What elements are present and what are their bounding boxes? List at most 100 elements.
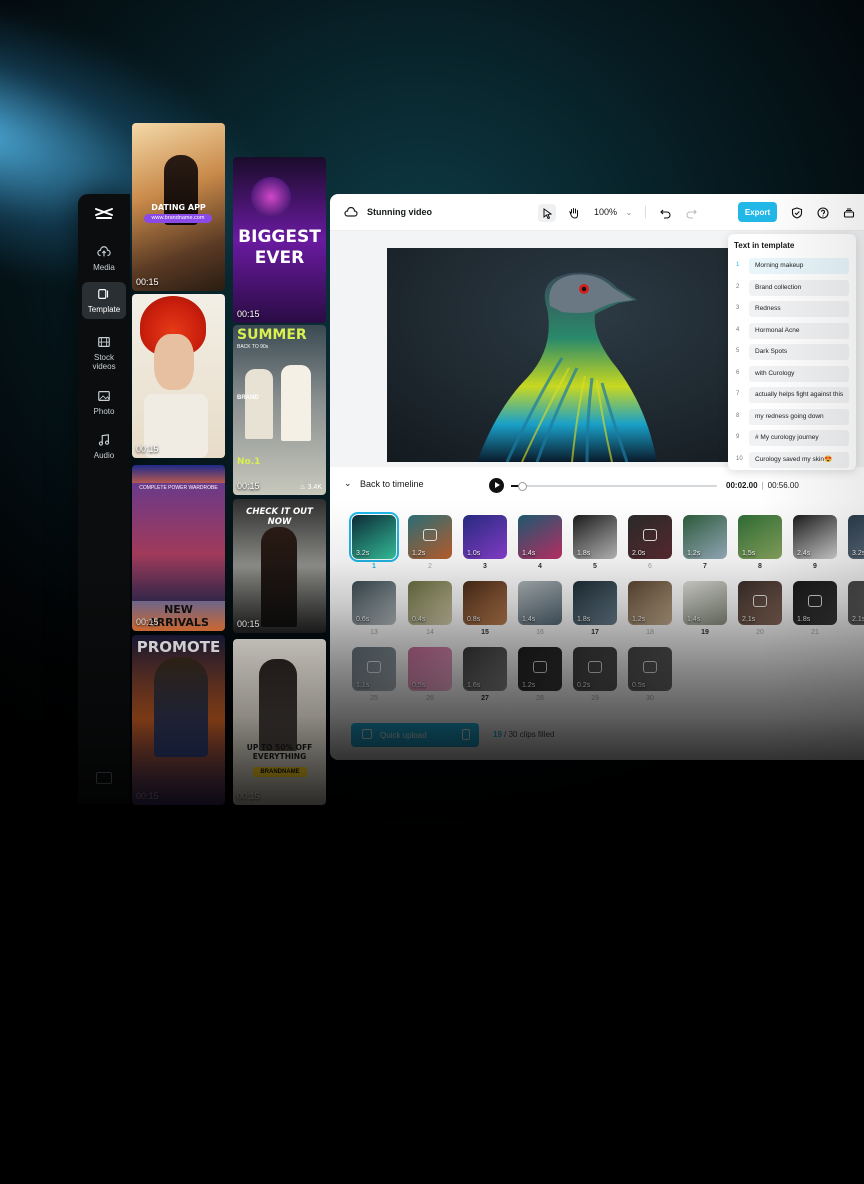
text-item[interactable]: 10 Curology saved my skin😍	[734, 451, 850, 468]
chevron-down-icon: ⌄	[625, 208, 633, 217]
timecode: 00:02.00 | 00:56.00	[726, 481, 799, 490]
cloud-sync-icon[interactable]	[344, 206, 358, 218]
text-item[interactable]: 9 # My curology journey	[734, 430, 850, 446]
clip-thumbnail[interactable]: 3.2s	[349, 512, 399, 562]
clip-duration: 2.1s	[852, 616, 864, 623]
clip-thumbnail[interactable]: 2.1s	[848, 581, 864, 625]
playback-scrubber[interactable]	[511, 482, 717, 491]
layers-button[interactable]	[840, 204, 858, 222]
clip-thumbnail[interactable]: 2.0s	[628, 515, 672, 559]
text-item-number: 2	[736, 283, 740, 290]
template-card[interactable]: 00:15	[132, 294, 225, 458]
clip-thumbnail[interactable]: 2.1s	[738, 581, 782, 625]
text-item-number: 1	[736, 262, 740, 268]
left-sidebar: Media Template Stock videos Photo Audio	[78, 194, 130, 804]
clip-thumbnail[interactable]: 1.0s	[463, 515, 507, 559]
text-item-field[interactable]: actually helps fight against this	[749, 387, 849, 403]
text-item[interactable]: 3 Redness	[734, 301, 850, 317]
export-button[interactable]: Export	[738, 202, 777, 222]
template-card[interactable]: DATING APP www.brandname.com 00:15	[132, 123, 225, 291]
play-button[interactable]	[489, 478, 504, 493]
zoom-level[interactable]: 100% ⌄	[594, 207, 632, 217]
clip-thumbnail[interactable]: 1.2s	[628, 581, 672, 625]
scrubber-handle[interactable]	[518, 482, 528, 491]
template-duration: 00:15	[136, 791, 159, 801]
text-item[interactable]: 6 with Curology	[734, 365, 850, 382]
clip-thumbnail[interactable]: 0.8s	[463, 581, 507, 625]
clip-duration: 1.4s	[522, 550, 536, 557]
fire-icon: ♨	[299, 484, 306, 491]
template-card[interactable]: UP TO 50% OFF EVERYTHING BRANDNAME 00:15	[233, 639, 326, 805]
text-item[interactable]: 5 Dark Spots	[734, 344, 850, 360]
clip-duration: 2.4s	[797, 550, 811, 557]
video-preview[interactable]	[387, 248, 732, 462]
help-button[interactable]	[814, 204, 832, 222]
text-item-field[interactable]: Hormonal Acne	[749, 322, 849, 339]
text-item-field[interactable]: Curology saved my skin😍	[749, 451, 849, 468]
text-item-field[interactable]: Morning makeup	[749, 258, 849, 274]
clips-filled-status: 19 / 30 clips filled	[493, 730, 554, 739]
template-duration: 00:15	[136, 277, 159, 287]
text-item[interactable]: 1 Morning makeup	[734, 258, 850, 274]
template-card[interactable]: PROMOTE 00:15	[132, 635, 225, 805]
clip-thumbnail[interactable]: 1.4s	[518, 581, 562, 625]
select-tool-button[interactable]	[538, 204, 556, 222]
sidebar-item-label: Audio	[93, 451, 115, 460]
keyboard-icon[interactable]	[96, 772, 112, 784]
text-item[interactable]: 8 my redness going down	[734, 408, 850, 425]
text-item-field[interactable]: Dark Spots	[749, 344, 849, 360]
clip-duration: 1.2s	[412, 550, 426, 557]
text-item-field[interactable]: Redness	[749, 301, 849, 317]
sidebar-item-photo[interactable]: Photo	[82, 384, 126, 421]
hand-tool-button[interactable]	[565, 204, 583, 222]
clip-thumbnail[interactable]: 3.2s	[848, 515, 864, 559]
editor-topbar: Stunning video 100% ⌄ Export	[330, 194, 864, 231]
text-item-number: 5	[736, 348, 740, 354]
clip-thumbnail[interactable]: 1.1s	[352, 647, 396, 691]
text-item-field[interactable]: Brand collection	[749, 279, 849, 296]
template-card[interactable]: CHECK IT OUT NOW 00:15	[233, 499, 326, 633]
clip-thumbnail[interactable]: 1.6s	[463, 647, 507, 691]
sidebar-item-stock-videos[interactable]: Stock videos	[82, 330, 126, 376]
clip-duration: 1.2s	[632, 616, 646, 623]
text-item-field[interactable]: my redness going down	[749, 408, 849, 425]
clip-thumbnail[interactable]: 1.4s	[518, 515, 562, 559]
project-name[interactable]: Stunning video	[367, 207, 432, 217]
text-item[interactable]: 2 Brand collection	[734, 279, 850, 296]
clip-thumbnail[interactable]: 1.8s	[573, 581, 617, 625]
sidebar-item-audio[interactable]: Audio	[82, 428, 126, 465]
clip-thumbnail[interactable]: 0.4s	[408, 581, 452, 625]
sidebar-item-media[interactable]: Media	[82, 240, 126, 277]
template-card[interactable]: COMPLETE POWER WARDROBE NEW ARRIVALS 00:…	[132, 465, 225, 631]
clip-thumbnail[interactable]: 1.8s	[793, 581, 837, 625]
text-item[interactable]: 7 actually helps fight against this	[734, 387, 850, 403]
clip-thumbnail[interactable]: 1.5s	[738, 515, 782, 559]
redo-button[interactable]	[682, 204, 700, 222]
clip-thumbnail[interactable]: 1.8s	[573, 515, 617, 559]
template-column-1: DATING APP www.brandname.com 00:15 00:15…	[132, 123, 225, 813]
undo-button[interactable]	[656, 204, 674, 222]
clip-thumbnail[interactable]: 2.4s	[793, 515, 837, 559]
clip-thumbnail[interactable]: 1.2s	[408, 515, 452, 559]
text-item[interactable]: 4 Hormonal Acne	[734, 322, 850, 339]
text-item-field[interactable]: # My curology journey	[749, 430, 849, 446]
template-card[interactable]: SUMMER BACK TO 90s BRAND No.1 ♨ 3.4K 00:…	[233, 325, 326, 495]
sidebar-item-template[interactable]: Template	[82, 282, 126, 319]
shield-button[interactable]	[788, 204, 806, 222]
clip-thumbnail[interactable]: 0.5s	[628, 647, 672, 691]
text-item-field[interactable]: with Curology	[749, 365, 849, 382]
clips-filled-count: 19	[493, 730, 502, 739]
clip-thumbnail[interactable]: 0.2s	[573, 647, 617, 691]
template-card[interactable]: BIGGEST EVER 00:15	[233, 157, 326, 323]
template-duration: 00:15	[237, 791, 260, 801]
clip-thumbnail[interactable]: 0.5s	[408, 647, 452, 691]
back-to-timeline-button[interactable]: ⌄ Back to timeline	[344, 478, 424, 489]
total-time: 00:56.00	[767, 481, 799, 490]
capcut-logo-icon[interactable]	[94, 206, 114, 226]
clip-thumbnail[interactable]: 1.4s	[683, 581, 727, 625]
quick-upload-button[interactable]: Quick upload	[351, 723, 479, 747]
clip-thumbnail[interactable]: 1.2s	[683, 515, 727, 559]
clip-thumbnail[interactable]: 1.2s	[518, 647, 562, 691]
clip-thumbnail[interactable]: 0.6s	[352, 581, 396, 625]
phone-icon[interactable]	[462, 729, 470, 740]
